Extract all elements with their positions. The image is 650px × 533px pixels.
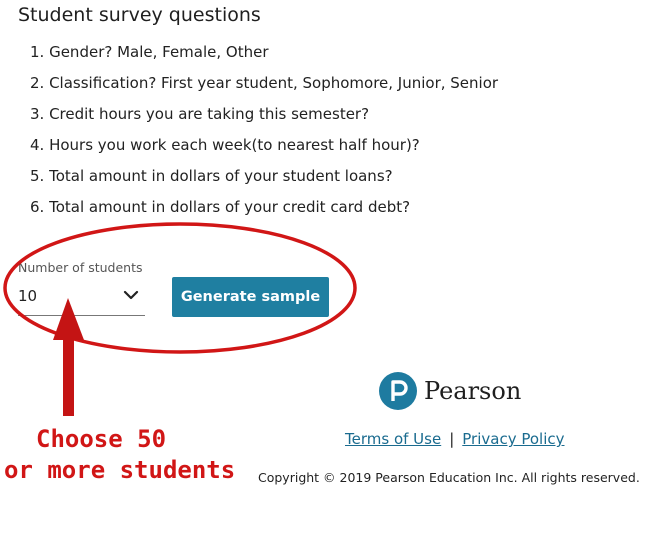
- generate-sample-button[interactable]: Generate sample: [172, 277, 329, 317]
- pearson-p-icon: [379, 372, 417, 410]
- selected-value: 10: [18, 287, 38, 305]
- survey-title: Student survey questions: [18, 4, 261, 26]
- question-item: 4. Hours you work each week(to nearest h…: [30, 136, 420, 154]
- footer-links: Terms of Use | Privacy Policy: [345, 430, 565, 448]
- pearson-wordmark: Pearson: [424, 377, 522, 405]
- annotation-line-2: or more students: [4, 456, 236, 484]
- number-of-students-select[interactable]: 10: [18, 284, 145, 316]
- link-separator: |: [449, 430, 455, 448]
- question-item: 5. Total amount in dollars of your stude…: [30, 167, 393, 185]
- question-item: 2. Classification? First year student, S…: [30, 74, 499, 92]
- chevron-down-icon: [123, 290, 139, 300]
- question-item: 3. Credit hours you are taking this seme…: [30, 105, 370, 123]
- terms-of-use-link[interactable]: Terms of Use: [345, 430, 441, 448]
- copyright-text: Copyright © 2019 Pearson Education Inc. …: [258, 470, 640, 485]
- number-of-students-label: Number of students: [18, 260, 143, 275]
- question-item: 6. Total amount in dollars of your credi…: [30, 198, 411, 216]
- question-list: 1. Gender? Male, Female, Other 2. Classi…: [30, 42, 498, 228]
- annotation-line-1: Choose 50: [36, 425, 167, 453]
- pearson-logo: Pearson: [379, 370, 521, 412]
- question-item: 1. Gender? Male, Female, Other: [30, 43, 269, 61]
- privacy-policy-link[interactable]: Privacy Policy: [462, 430, 564, 448]
